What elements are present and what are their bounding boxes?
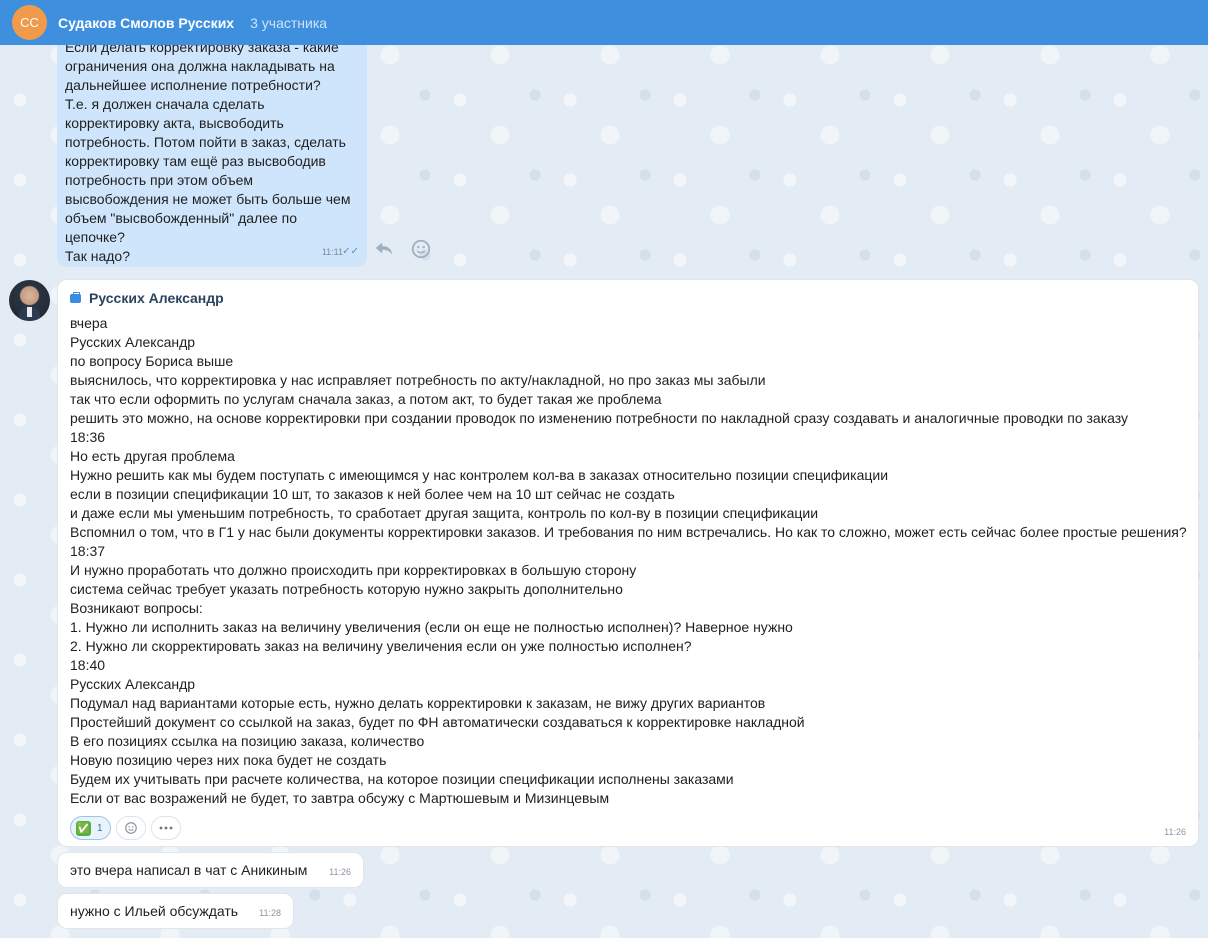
message-text: нужно с Ильей обсуждать <box>70 903 239 919</box>
own-message[interactable]: Если делать корректировку заказа - какие… <box>57 20 367 267</box>
add-reaction-icon[interactable] <box>410 238 432 260</box>
message-line: Вспомнил о том, что в Г1 у нас были доку… <box>70 524 1187 540</box>
message-line: Но есть другая проблема <box>70 448 235 464</box>
message-time: 11:26 <box>1164 827 1186 837</box>
message-line: вчера <box>70 315 108 331</box>
message-line: Простейший документ со ссылкой на заказ,… <box>70 714 805 730</box>
message-time: 11:28 <box>259 908 281 918</box>
smile-icon <box>124 822 137 834</box>
message-line: система сейчас требует указать потребнос… <box>70 581 623 597</box>
message-line: Возникают вопросы: <box>70 600 203 616</box>
message-body: вчера Русских Александр по вопросу Борис… <box>70 314 1192 808</box>
reaction-count: 1 <box>97 822 103 834</box>
checkmark-emoji-icon: ✅ <box>76 820 91 836</box>
forwarded-message[interactable]: Русских Александр вчера Русских Александ… <box>57 279 1199 847</box>
message-line: 2. Нужно ли скорректировать заказ на вел… <box>70 638 692 654</box>
message-line: так что если оформить по услугам сначала… <box>70 391 662 407</box>
message-line: решить это можно, на основе корректировк… <box>70 410 1129 426</box>
read-check-icon: ✓✓ <box>342 246 359 257</box>
message-line: и даже если мы уменьшим потребность, то … <box>70 505 819 521</box>
message-line: Русских Александр <box>70 334 196 350</box>
add-reaction-button[interactable] <box>115 816 146 840</box>
message-line: 18:36 <box>70 429 106 445</box>
message-line: Нужно решить как мы будем поступать с им… <box>70 467 889 483</box>
avatar-collar <box>27 307 32 317</box>
sender-avatar[interactable] <box>9 280 50 321</box>
briefcase-icon <box>70 291 81 303</box>
members-count[interactable]: 3 участника <box>250 15 327 31</box>
message-line: Русских Александр <box>70 676 196 692</box>
more-options-button[interactable] <box>150 816 181 840</box>
message-line: И нужно проработать что должно происходи… <box>70 562 637 578</box>
message-line: 18:40 <box>70 657 106 673</box>
sender-name[interactable]: Русских Александр <box>89 290 224 306</box>
message-small-2[interactable]: нужно с Ильей обсуждать 11:28 <box>57 893 294 929</box>
message-line: Если от вас возражений не будет, то завт… <box>70 790 610 806</box>
reactions-bar: ✅ 1 <box>70 816 181 840</box>
message-line: если в позиции спецификации 10 шт, то за… <box>70 486 675 502</box>
message-text: Если делать корректировку заказа - какие… <box>65 39 351 264</box>
message-line: 1. Нужно ли исполнить заказ на величину … <box>70 619 793 635</box>
message-time: 11:11 <box>321 247 343 257</box>
message-line: выяснилось, что корректировка у нас испр… <box>70 372 766 388</box>
message-line: 18:37 <box>70 543 106 559</box>
message-text: это вчера написал в чат с Аникиным <box>70 862 308 878</box>
message-line: Новую позицию через них пока будет не со… <box>70 752 387 768</box>
reply-icon[interactable] <box>373 238 395 258</box>
reaction-checkmark[interactable]: ✅ 1 <box>70 816 111 840</box>
chat-title[interactable]: Судаков Смолов Русских <box>58 15 234 31</box>
message-small-1[interactable]: это вчера написал в чат с Аникиным 11:26 <box>57 852 364 888</box>
message-time: 11:26 <box>329 867 351 877</box>
message-line: В его позициях ссылка на позицию заказа,… <box>70 733 425 749</box>
chat-header[interactable]: СС Судаков Смолов Русских 3 участника <box>0 0 1208 45</box>
chat-avatar[interactable]: СС <box>12 5 47 40</box>
more-icon <box>159 826 172 830</box>
message-line: Будем их учитывать при расчете количеств… <box>70 771 734 787</box>
message-line: по вопросу Бориса выше <box>70 353 234 369</box>
message-line: Подумал над вариантами которые есть, нуж… <box>70 695 766 711</box>
message-sender[interactable]: Русских Александр <box>70 290 224 306</box>
